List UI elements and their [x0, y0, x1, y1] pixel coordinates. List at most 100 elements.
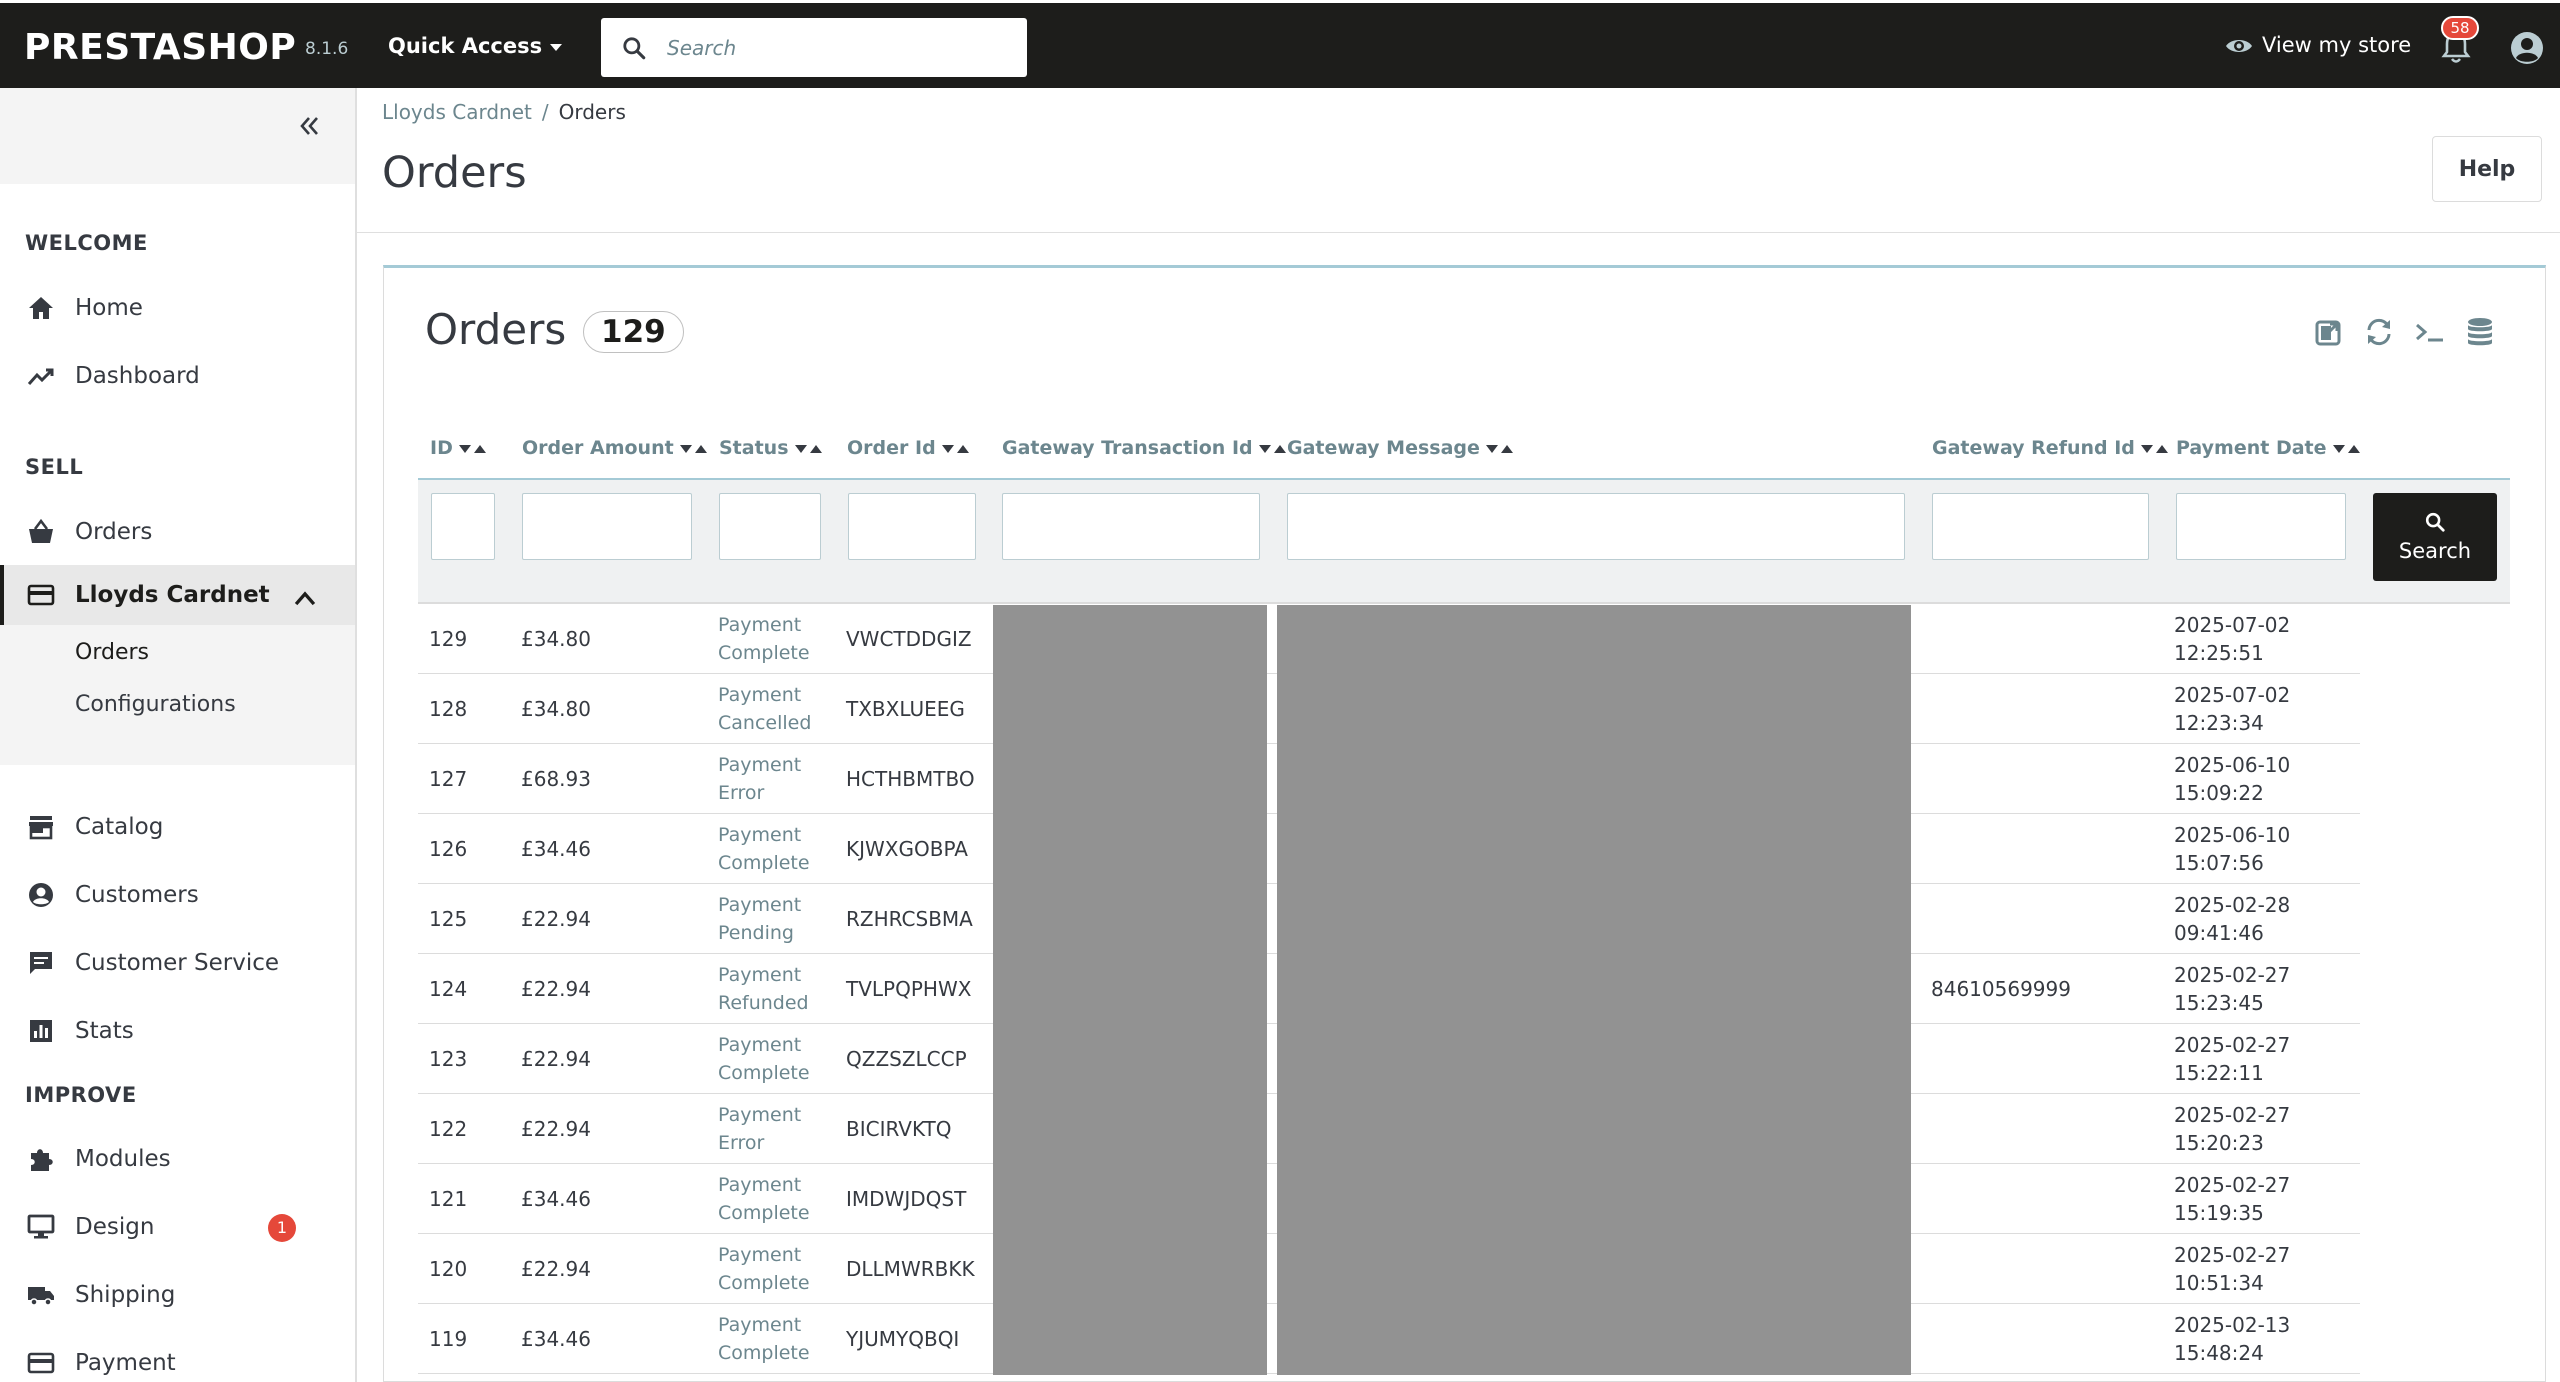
sort-asc-icon[interactable]	[809, 444, 822, 453]
filter-search-button[interactable]: Search	[2373, 493, 2497, 581]
filter-payment-date-input[interactable]	[2176, 493, 2346, 560]
cell-status: Payment Complete	[718, 1304, 810, 1374]
sort-desc-icon[interactable]	[2332, 444, 2345, 453]
sidebar-item-orders[interactable]: Orders	[0, 504, 355, 560]
filter-status-input[interactable]	[719, 493, 821, 560]
date-line: 2025-02-27	[2174, 1103, 2291, 1127]
cell-order-id: RZHRCSBMA	[846, 907, 973, 931]
sidebar-subitem-configurations[interactable]: Configurations	[75, 692, 236, 717]
column-header-gateway-transaction-id[interactable]: Gateway Transaction Id	[1002, 437, 1286, 459]
export-icon[interactable]	[2313, 316, 2345, 348]
cell-status: Payment Complete	[718, 1024, 810, 1094]
breadcrumb-current: Orders	[558, 100, 626, 124]
sort-asc-icon[interactable]	[956, 444, 969, 453]
sidebar-item-label: Orders	[75, 519, 153, 545]
cell-payment-date: 2025-07-02 12:25:51	[2174, 604, 2290, 674]
sidebar-item-stats[interactable]: Stats	[0, 1003, 355, 1059]
sidebar-item-design[interactable]: Design	[0, 1199, 355, 1255]
cell-order-amount: £22.94	[521, 977, 591, 1001]
sort-asc-icon[interactable]	[473, 444, 486, 453]
database-icon[interactable]	[2464, 316, 2496, 348]
refresh-icon[interactable]	[2363, 316, 2395, 348]
filter-gateway-transaction-id-input[interactable]	[1002, 493, 1260, 560]
account-circle-icon	[29, 883, 53, 907]
filter-order-amount-input[interactable]	[522, 493, 692, 560]
help-button[interactable]: Help	[2432, 136, 2542, 202]
cell-payment-date: 2025-02-27 15:23:45	[2174, 954, 2290, 1024]
view-my-store-link[interactable]: View my store	[2224, 33, 2411, 57]
credit-card-icon	[27, 584, 55, 606]
header-search-input[interactable]	[667, 28, 1007, 68]
time-line: 10:51:34	[2174, 1271, 2264, 1295]
column-header-label: Status	[719, 437, 789, 459]
sort-asc-icon[interactable]	[694, 444, 707, 453]
sidebar-item-payment[interactable]: Payment	[0, 1335, 355, 1382]
user-account-icon[interactable]	[2510, 31, 2544, 65]
sidebar-item-dashboard[interactable]: Dashboard	[0, 348, 355, 404]
cell-id: 125	[429, 907, 468, 931]
column-header-label: Gateway Transaction Id	[1002, 437, 1253, 459]
cell-order-id: KJWXGOBPA	[846, 837, 968, 861]
sidebar-item-lloyds-cardnet[interactable]: Lloyds Cardnet	[0, 565, 355, 625]
home-icon	[29, 297, 53, 319]
sort-desc-icon[interactable]	[679, 444, 692, 453]
date-line: 2025-02-27	[2174, 963, 2291, 987]
terminal-icon[interactable]	[2414, 316, 2446, 348]
sidebar-item-customers[interactable]: Customers	[0, 867, 355, 923]
sort-desc-icon[interactable]	[1258, 444, 1271, 453]
status-line: Payment	[718, 754, 802, 776]
sort-desc-icon[interactable]	[458, 444, 471, 453]
sort-desc-icon[interactable]	[1485, 444, 1498, 453]
column-header-id[interactable]: ID	[430, 437, 486, 459]
date-line: 2025-02-27	[2174, 1173, 2291, 1197]
sort-asc-icon[interactable]	[1273, 444, 1286, 453]
column-header-order-id[interactable]: Order Id	[847, 437, 969, 459]
filter-order-id-input[interactable]	[848, 493, 976, 560]
sort-desc-icon[interactable]	[941, 444, 954, 453]
date-line: 2025-02-27	[2174, 1033, 2291, 1057]
sidebar-item-shipping[interactable]: Shipping	[0, 1267, 355, 1323]
sidebar-item-modules[interactable]: Modules	[0, 1131, 355, 1187]
cell-order-id: HCTHBMTBO	[846, 767, 975, 791]
time-line: 15:23:45	[2174, 991, 2264, 1015]
sort-asc-icon[interactable]	[2347, 444, 2360, 453]
sort-asc-icon[interactable]	[2155, 444, 2168, 453]
column-header-payment-date[interactable]: Payment Date	[2176, 437, 2360, 459]
prestashop-logo[interactable]: PRESTASHOP	[24, 27, 296, 68]
sidebar-item-catalog[interactable]: Catalog	[0, 799, 355, 855]
cell-order-id: QZZSZLCCP	[846, 1047, 967, 1071]
truck-icon	[28, 1287, 54, 1306]
double-chevron-left-icon[interactable]	[295, 112, 323, 140]
quick-access-label: Quick Access	[388, 34, 543, 58]
quick-access-dropdown[interactable]: Quick Access	[388, 34, 563, 58]
cell-id: 128	[429, 697, 468, 721]
filter-gateway-refund-id-input[interactable]	[1932, 493, 2149, 560]
column-header-label: Gateway Refund Id	[1932, 437, 2135, 459]
breadcrumb-parent-link[interactable]: Lloyds Cardnet	[382, 100, 532, 124]
search-icon	[623, 37, 646, 60]
sort-asc-icon[interactable]	[1500, 444, 1513, 453]
panel-title: Orders	[425, 305, 567, 354]
filter-id-input[interactable]	[431, 493, 495, 560]
sidebar-subitem-orders[interactable]: Orders	[75, 640, 149, 665]
column-header-order-amount[interactable]: Order Amount	[522, 437, 707, 459]
cell-payment-date: 2025-02-13 15:48:24	[2174, 1304, 2290, 1374]
sort-desc-icon[interactable]	[794, 444, 807, 453]
sidebar-item-customer-service[interactable]: Customer Service	[0, 935, 355, 991]
sidebar-item-home[interactable]: Home	[0, 280, 355, 336]
sort-desc-icon[interactable]	[2140, 444, 2153, 453]
time-line: 15:20:23	[2174, 1131, 2264, 1155]
cell-status: Payment Pending	[718, 884, 801, 954]
cell-id: 127	[429, 767, 468, 791]
status-line: Payment	[718, 824, 802, 846]
column-header-status[interactable]: Status	[719, 437, 822, 459]
column-header-gateway-refund-id[interactable]: Gateway Refund Id	[1932, 437, 2168, 459]
date-line: 2025-06-10	[2174, 753, 2291, 777]
cell-id: 124	[429, 977, 468, 1001]
time-line: 15:22:11	[2174, 1061, 2264, 1085]
breadcrumb-separator: /	[541, 100, 549, 124]
cell-status: Payment Error	[718, 1094, 801, 1164]
header-search-box[interactable]	[601, 18, 1027, 77]
column-header-gateway-message[interactable]: Gateway Message	[1287, 437, 1513, 459]
filter-gateway-message-input[interactable]	[1287, 493, 1905, 560]
